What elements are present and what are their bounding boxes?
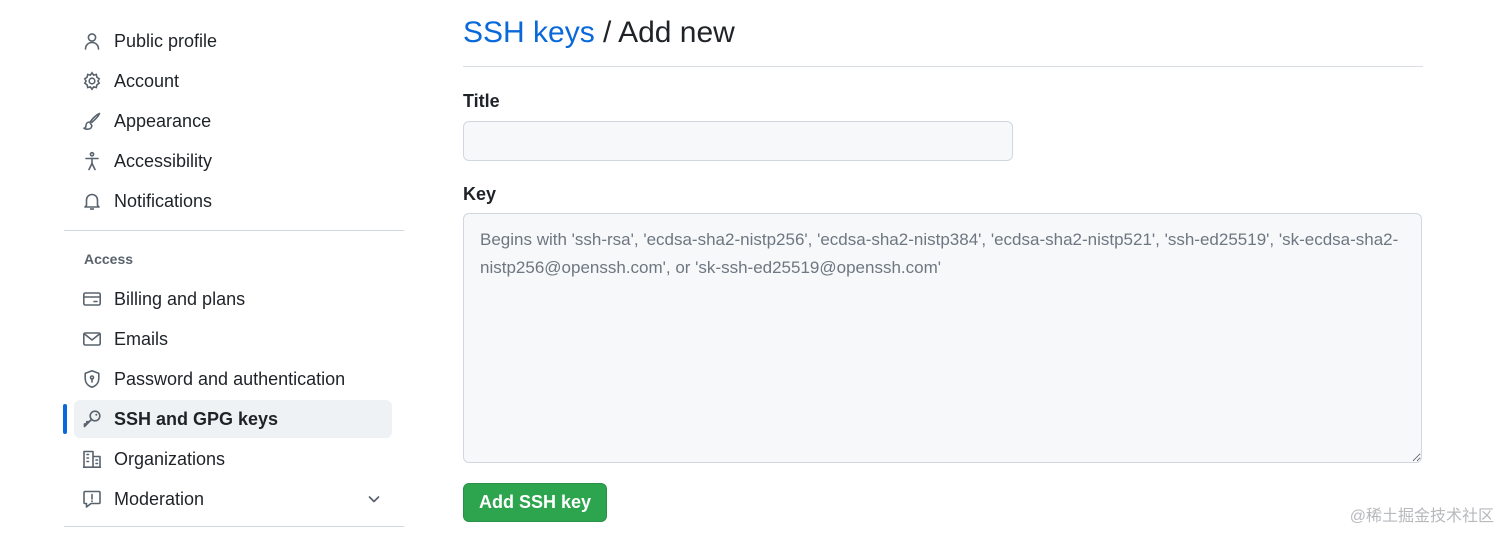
sidebar-item-moderation[interactable]: Moderation bbox=[74, 480, 392, 518]
sidebar-item-label: Moderation bbox=[114, 488, 205, 509]
sidebar-item-notifications[interactable]: Notifications bbox=[74, 182, 392, 220]
page-title: SSH keys / Add new bbox=[463, 16, 735, 50]
key-icon bbox=[82, 409, 102, 429]
sidebar-item-password-auth[interactable]: Password and authentication bbox=[74, 360, 392, 398]
sidebar-divider bbox=[64, 230, 404, 231]
settings-sidebar: Public profile Account Appearance Access… bbox=[0, 0, 420, 539]
breadcrumb-ssh-keys-link[interactable]: SSH keys bbox=[463, 16, 595, 49]
sidebar-item-appearance[interactable]: Appearance bbox=[74, 102, 392, 140]
breadcrumb-separator: / bbox=[594, 16, 619, 49]
gear-icon bbox=[82, 71, 102, 91]
bell-icon bbox=[82, 191, 102, 211]
sidebar-item-billing[interactable]: Billing and plans bbox=[74, 280, 392, 318]
organization-icon bbox=[82, 449, 102, 469]
sidebar-item-organizations[interactable]: Organizations bbox=[74, 440, 392, 478]
sidebar-item-ssh-gpg-keys[interactable]: SSH and GPG keys bbox=[74, 400, 392, 438]
sidebar-item-emails[interactable]: Emails bbox=[74, 320, 392, 358]
sidebar-item-label: Billing and plans bbox=[114, 288, 246, 309]
sidebar-item-label: SSH and GPG keys bbox=[114, 408, 279, 429]
paintbrush-icon bbox=[82, 111, 102, 131]
report-icon bbox=[82, 489, 102, 509]
sidebar-item-label: Organizations bbox=[114, 448, 226, 469]
sidebar-item-label: Password and authentication bbox=[114, 368, 346, 389]
sidebar-item-label: Notifications bbox=[114, 190, 213, 211]
mail-icon bbox=[82, 329, 102, 349]
sidebar-item-label: Public profile bbox=[114, 30, 218, 51]
sidebar-item-label: Emails bbox=[114, 328, 169, 349]
sidebar-item-public-profile[interactable]: Public profile bbox=[74, 22, 392, 60]
key-textarea[interactable] bbox=[463, 213, 1422, 463]
chevron-down-icon[interactable] bbox=[366, 491, 382, 507]
heading-divider bbox=[463, 66, 1423, 67]
sidebar-item-label: Accessibility bbox=[114, 150, 213, 171]
sidebar-divider bbox=[64, 526, 404, 527]
person-icon bbox=[82, 31, 102, 51]
sidebar-item-label: Account bbox=[114, 70, 180, 91]
sidebar-item-label: Appearance bbox=[114, 110, 212, 131]
key-label: Key bbox=[463, 184, 497, 204]
accessibility-icon bbox=[82, 151, 102, 171]
sidebar-item-account[interactable]: Account bbox=[74, 62, 392, 100]
active-indicator bbox=[63, 404, 67, 434]
add-ssh-key-button[interactable]: Add SSH key bbox=[463, 483, 607, 522]
watermark: @稀土掘金技术社区 bbox=[1349, 508, 1494, 525]
breadcrumb-current: Add new bbox=[618, 16, 735, 49]
credit-card-icon bbox=[82, 289, 102, 309]
sidebar-item-accessibility[interactable]: Accessibility bbox=[74, 142, 392, 180]
shield-lock-icon bbox=[82, 369, 102, 389]
title-input[interactable] bbox=[463, 121, 1013, 161]
title-label: Title bbox=[463, 91, 500, 111]
section-heading-access: Access bbox=[84, 251, 134, 267]
